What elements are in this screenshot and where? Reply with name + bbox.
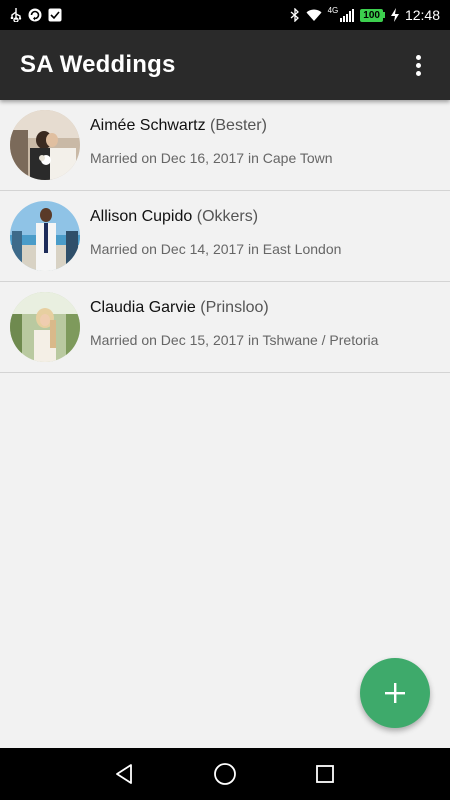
battery-level: 100 — [360, 8, 383, 22]
home-icon — [214, 763, 236, 785]
recents-icon — [316, 765, 334, 783]
list-item[interactable]: Aimée Schwartz (Bester) Married on Dec 1… — [0, 100, 450, 191]
status-right: 4G 100 12:48 — [290, 5, 440, 23]
wedding-details: Married on Dec 15, 2017 in Tshwane / Pre… — [90, 331, 379, 348]
maiden-name: (Bester) — [210, 116, 267, 134]
more-options-button[interactable] — [406, 45, 430, 85]
more-vert-dot — [415, 70, 421, 76]
status-left — [10, 7, 62, 23]
add-wedding-button[interactable] — [360, 658, 430, 728]
battery-icon: 100 — [360, 8, 385, 22]
couple-name: Allison Cupido — [90, 207, 193, 225]
bluetooth-icon — [290, 7, 300, 23]
avatar — [10, 110, 80, 180]
list-item[interactable]: Claudia Garvie (Prinsloo) Married on Dec… — [0, 282, 450, 373]
maiden-name: (Okkers) — [196, 207, 259, 225]
add-icon — [385, 683, 405, 703]
list-item-title: Claudia Garvie (Prinsloo) — [90, 298, 378, 318]
list-item-text: Aimée Schwartz (Bester) Married on Dec 1… — [90, 110, 333, 180]
app-title: SA Weddings — [20, 51, 176, 78]
wedding-details: Married on Dec 14, 2017 in East London — [90, 240, 342, 257]
avatar — [10, 201, 80, 271]
list-item-title: Aimée Schwartz (Bester) — [90, 116, 333, 136]
check-icon — [48, 7, 62, 23]
status-bar: 4G 100 12:48 — [0, 0, 450, 30]
sync-icon — [28, 7, 42, 23]
app-bar: SA Weddings — [0, 30, 450, 100]
wifi-icon — [306, 7, 322, 23]
more-vert-dot — [415, 62, 421, 68]
screen: 4G 100 12:48 SA Weddings Aimée Schwartz … — [0, 0, 450, 800]
battery-tip — [382, 12, 385, 18]
wedding-list: Aimée Schwartz (Bester) Married on Dec 1… — [0, 100, 450, 373]
list-item-title: Allison Cupido (Okkers) — [90, 207, 341, 227]
signal-icon — [340, 7, 355, 23]
usb-icon — [10, 7, 22, 23]
maiden-name: (Prinsloo) — [200, 298, 269, 316]
status-time: 12:48 — [404, 7, 440, 23]
couple-name: Claudia Garvie — [90, 298, 196, 316]
navigation-bar — [0, 748, 450, 800]
list-item-text: Claudia Garvie (Prinsloo) Married on Dec… — [90, 292, 378, 362]
back-button[interactable] — [100, 754, 150, 794]
list-item[interactable]: Allison Cupido (Okkers) Married on Dec 1… — [0, 191, 450, 282]
more-vert-icon — [415, 54, 421, 60]
back-icon — [116, 764, 132, 784]
list-item-text: Allison Cupido (Okkers) Married on Dec 1… — [90, 201, 341, 271]
recents-button[interactable] — [300, 754, 350, 794]
network-label: 4G — [327, 5, 339, 15]
wedding-details: Married on Dec 16, 2017 in Cape Town — [90, 149, 333, 166]
charging-icon — [390, 7, 399, 23]
couple-name: Aimée Schwartz — [90, 116, 206, 134]
avatar — [10, 292, 80, 362]
home-button[interactable] — [200, 754, 250, 794]
